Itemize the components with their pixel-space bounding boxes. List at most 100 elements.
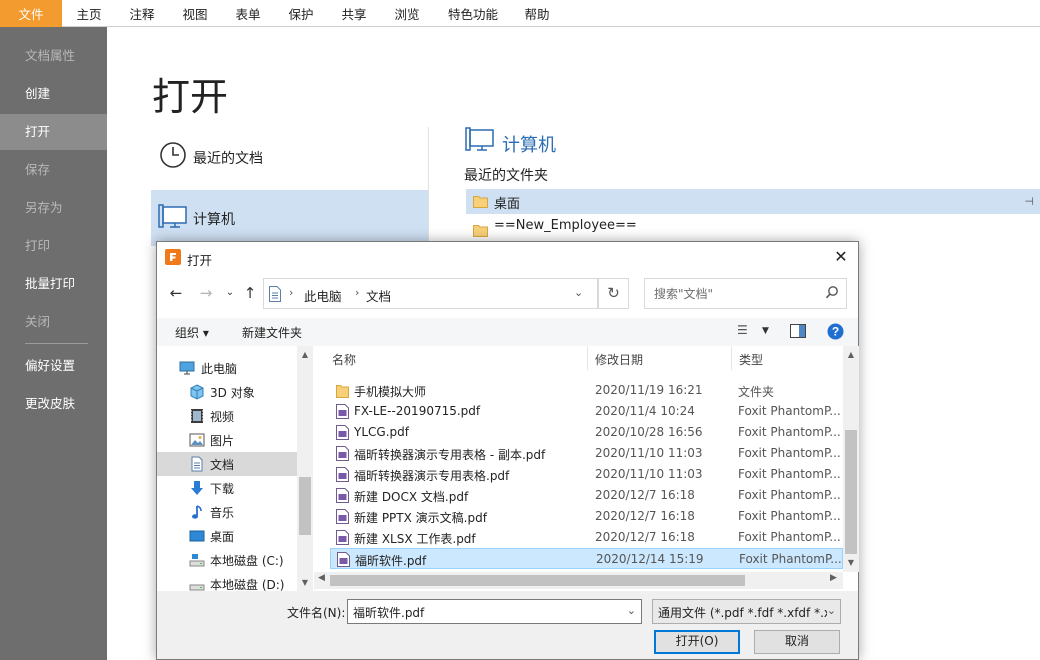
- address-dropdown-icon[interactable]: ⌄: [574, 286, 583, 299]
- recent-locations-chevron-icon[interactable]: ⌄: [219, 280, 241, 306]
- document-icon: [189, 456, 205, 472]
- column-header-type[interactable]: 类型: [732, 346, 844, 370]
- nav-close[interactable]: 关闭: [0, 304, 107, 340]
- breadcrumb-chevron-icon[interactable]: ›: [289, 286, 293, 299]
- tree-item-drive-c[interactable]: 本地磁盘 (C:): [157, 548, 297, 572]
- tab-help[interactable]: 帮助: [512, 0, 562, 27]
- tab-comment[interactable]: 注释: [117, 0, 167, 27]
- tree-item-this-pc[interactable]: 此电脑: [157, 356, 297, 380]
- place-recent-documents[interactable]: 最近的文档: [151, 129, 428, 185]
- nav-doc-properties[interactable]: 文档属性: [0, 38, 107, 74]
- tab-share[interactable]: 共享: [329, 0, 379, 27]
- address-bar[interactable]: › 此电脑 › 文档 ⌄: [263, 278, 598, 309]
- nav-save[interactable]: 保存: [0, 152, 107, 188]
- tab-form[interactable]: 表单: [223, 0, 273, 27]
- tab-protect[interactable]: 保护: [276, 0, 326, 27]
- filename-field[interactable]: 福昕软件.pdf ⌄: [347, 599, 642, 624]
- search-input[interactable]: [646, 280, 816, 307]
- chevron-down-icon[interactable]: ⌄: [826, 604, 836, 617]
- nav-print[interactable]: 打印: [0, 228, 107, 264]
- forward-arrow-icon[interactable]: →: [195, 280, 217, 306]
- scroll-left-icon[interactable]: ◀: [318, 573, 325, 583]
- file-row[interactable]: YLCG.pdf 2020/10/28 16:56 Foxit PhantomP…: [330, 422, 843, 443]
- new-folder-button[interactable]: 新建文件夹: [242, 324, 302, 341]
- search-box[interactable]: [644, 278, 847, 309]
- view-dropdown-icon[interactable]: ▼: [762, 326, 769, 336]
- tab-browse[interactable]: 浏览: [382, 0, 432, 27]
- open-file-dialog: 打开 ✕ ← → ⌄ ↑ › 此电脑 › 文档 ⌄ ↻ 组织 ▾ 新建文件夹 ☰…: [156, 241, 859, 660]
- tab-file[interactable]: 文件: [0, 0, 62, 27]
- tree-item-downloads[interactable]: 下载: [157, 476, 297, 500]
- download-arrow-icon: [189, 480, 205, 496]
- close-icon[interactable]: ✕: [826, 242, 856, 272]
- back-arrow-icon[interactable]: ←: [165, 280, 187, 306]
- recent-folder-item[interactable]: ==New_Employee==: [466, 214, 1040, 239]
- column-header-name[interactable]: 名称: [314, 346, 588, 370]
- filename-label: 文件名(N):: [287, 606, 346, 620]
- nav-change-skin[interactable]: 更改皮肤: [0, 386, 107, 422]
- breadcrumb-documents[interactable]: 文档: [366, 286, 391, 305]
- column-header-label: 名称: [332, 353, 357, 367]
- pdf-file-icon: [336, 425, 349, 440]
- tree-item-pictures[interactable]: 图片: [157, 428, 297, 452]
- help-icon[interactable]: ?: [827, 323, 844, 340]
- scroll-right-icon[interactable]: ▶: [830, 573, 837, 583]
- cancel-button[interactable]: 取消: [754, 630, 840, 654]
- tree-item-3d-objects[interactable]: 3D 对象: [157, 380, 297, 404]
- column-header-date[interactable]: 修改日期: [588, 346, 732, 370]
- file-row[interactable]: FX-LE--20190715.pdf 2020/11/4 10:24 Foxi…: [330, 401, 843, 422]
- file-name: 福昕软件.pdf: [355, 554, 427, 568]
- tree-item-videos[interactable]: 视频: [157, 404, 297, 428]
- file-name: 手机模拟大师: [354, 385, 427, 399]
- open-button[interactable]: 打开(O): [654, 630, 740, 654]
- breadcrumb-chevron-icon[interactable]: ›: [355, 286, 359, 299]
- file-row[interactable]: 新建 PPTX 演示文稿.pdf 2020/12/7 16:18 Foxit P…: [330, 506, 843, 527]
- tree-item-drive-d[interactable]: 本地磁盘 (D:): [157, 572, 297, 591]
- refresh-icon[interactable]: ↻: [598, 278, 629, 309]
- scrollbar-thumb[interactable]: [330, 575, 745, 586]
- scroll-up-icon[interactable]: ▲: [843, 350, 859, 359]
- file-row[interactable]: 福昕转换器演示专用表格 - 副本.pdf 2020/11/10 11:03 Fo…: [330, 443, 843, 464]
- filetype-select[interactable]: 通用文件 (*.pdf *.fdf *.xfdf *.x ⌄: [652, 599, 841, 624]
- file-type: Foxit PhantomP...: [738, 425, 841, 439]
- file-row[interactable]: 新建 XLSX 工作表.pdf 2020/12/7 16:18 Foxit Ph…: [330, 527, 843, 548]
- file-list-horizontal-scrollbar[interactable]: ◀ ▶: [314, 572, 843, 589]
- tab-home[interactable]: 主页: [64, 0, 114, 27]
- file-row[interactable]: 新建 DOCX 文档.pdf 2020/12/7 16:18 Foxit Pha…: [330, 485, 843, 506]
- place-computer[interactable]: 计算机: [151, 190, 428, 246]
- view-options-icon[interactable]: ☰: [737, 323, 748, 337]
- tree-scrollbar[interactable]: ▲ ▼: [297, 346, 313, 591]
- scroll-down-icon[interactable]: ▼: [299, 578, 311, 587]
- file-row[interactable]: 手机模拟大师 2020/11/19 16:21 文件夹: [330, 380, 843, 401]
- pin-icon[interactable]: ⊣: [1024, 195, 1034, 208]
- nav-batch-print[interactable]: 批量打印: [0, 266, 107, 302]
- pdf-file-icon: [336, 446, 349, 461]
- scroll-down-icon[interactable]: ▼: [843, 558, 859, 567]
- file-row[interactable]: 福昕转换器演示专用表格.pdf 2020/11/10 11:03 Foxit P…: [330, 464, 843, 485]
- dialog-titlebar[interactable]: 打开 ✕: [157, 242, 858, 273]
- tree-item-music[interactable]: 音乐: [157, 500, 297, 524]
- tree-item-documents[interactable]: 文档: [157, 452, 297, 476]
- scroll-up-icon[interactable]: ▲: [299, 350, 311, 359]
- nav-preferences[interactable]: 偏好设置: [0, 348, 107, 384]
- tree-item-desktop[interactable]: 桌面: [157, 524, 297, 548]
- chevron-down-icon[interactable]: ⌄: [627, 604, 636, 617]
- organize-button[interactable]: 组织 ▾: [175, 324, 209, 341]
- pdf-file-icon: [336, 488, 349, 503]
- search-icon[interactable]: [825, 285, 839, 301]
- breadcrumb-this-pc[interactable]: 此电脑: [304, 286, 342, 305]
- scrollbar-thumb[interactable]: [845, 430, 857, 554]
- tree-item-label: 本地磁盘 (D:): [210, 578, 285, 591]
- up-arrow-icon[interactable]: ↑: [239, 280, 261, 306]
- nav-create[interactable]: 创建: [0, 76, 107, 112]
- file-list-scrollbar[interactable]: ▲ ▼: [843, 346, 859, 572]
- tab-view[interactable]: 视图: [170, 0, 220, 27]
- nav-open[interactable]: 打开: [0, 114, 107, 150]
- preview-pane-icon[interactable]: [790, 324, 806, 338]
- scrollbar-thumb[interactable]: [299, 477, 311, 535]
- tree-item-label: 视频: [210, 410, 235, 424]
- recent-folder-item[interactable]: 桌面 ⊣: [466, 189, 1040, 214]
- tab-features[interactable]: 特色功能: [440, 0, 506, 27]
- file-row-selected[interactable]: 福昕软件.pdf 2020/12/14 15:19 Foxit PhantomP…: [330, 548, 843, 569]
- nav-save-as[interactable]: 另存为: [0, 190, 107, 226]
